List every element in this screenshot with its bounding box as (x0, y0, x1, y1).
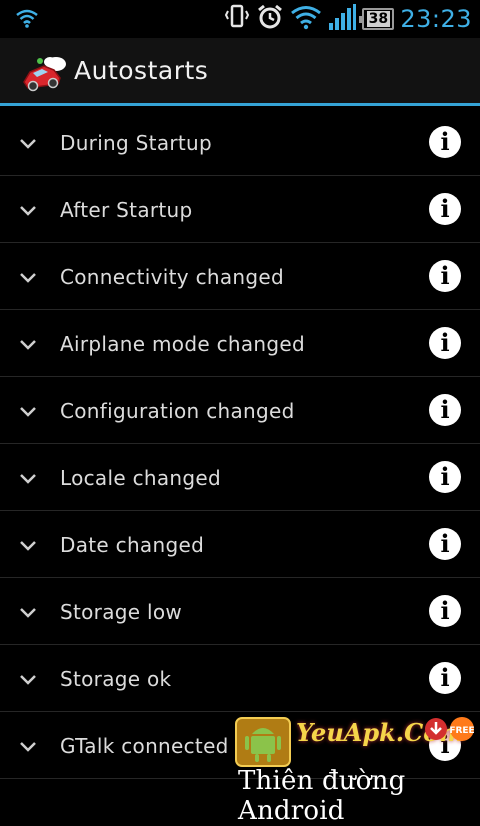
chevron-down-icon[interactable] (19, 470, 37, 489)
info-icon[interactable]: i (429, 260, 461, 292)
event-label: Locale changed (60, 466, 221, 490)
event-row[interactable]: Storage low i (0, 578, 480, 645)
battery-level: 38 (366, 11, 391, 27)
chevron-down-icon[interactable] (19, 269, 37, 288)
status-icons: 38 23:23 (224, 4, 472, 34)
event-label: During Startup (60, 131, 213, 155)
info-icon[interactable]: i (429, 327, 461, 359)
vibrate-icon (224, 3, 250, 35)
watermark: YeuApk.Com FREE Thiên đường Android (228, 714, 480, 826)
action-bar: Autostarts (0, 38, 480, 106)
event-row[interactable]: Configuration changed i (0, 377, 480, 444)
chevron-down-icon[interactable] (19, 604, 37, 623)
info-icon[interactable]: i (429, 662, 461, 694)
event-label: Configuration changed (60, 399, 295, 423)
signal-icon (328, 3, 357, 35)
event-label: Airplane mode changed (60, 332, 305, 356)
battery-icon: 38 (359, 8, 395, 30)
info-icon[interactable]: i (429, 394, 461, 426)
clock: 23:23 (400, 5, 472, 33)
event-row[interactable]: Airplane mode changed i (0, 310, 480, 377)
chevron-down-icon[interactable] (19, 403, 37, 422)
event-row[interactable]: Storage ok i (0, 645, 480, 712)
info-icon[interactable]: i (429, 193, 461, 225)
chevron-down-icon[interactable] (19, 336, 37, 355)
event-row[interactable]: Connectivity changed i (0, 243, 480, 310)
event-row[interactable]: Locale changed i (0, 444, 480, 511)
page-title: Autostarts (74, 56, 209, 85)
chevron-down-icon[interactable] (19, 671, 37, 690)
info-icon[interactable]: i (429, 461, 461, 493)
wifi-icon (290, 4, 322, 34)
event-list: During Startup i After Startup i Connectivit… (0, 109, 480, 779)
watermark-android-logo (234, 716, 292, 772)
event-row[interactable]: Date changed i (0, 511, 480, 578)
info-icon[interactable]: i (429, 528, 461, 560)
wifi-notification-icon (16, 8, 38, 32)
chevron-down-icon[interactable] (19, 738, 37, 757)
download-badge-icon: FREE (424, 716, 476, 750)
chevron-down-icon[interactable] (19, 537, 37, 556)
info-icon[interactable]: i (429, 595, 461, 627)
alarm-icon (256, 3, 284, 35)
event-label: Connectivity changed (60, 265, 284, 289)
watermark-tagline: Thiên đường Android (238, 766, 406, 826)
event-row[interactable]: After Startup i (0, 176, 480, 243)
event-label: Date changed (60, 533, 205, 557)
event-row[interactable]: During Startup i (0, 109, 480, 176)
event-label: Storage low (60, 600, 183, 624)
badge-free-text: FREE (449, 726, 474, 736)
chevron-down-icon[interactable] (19, 202, 37, 221)
event-label: GTalk connected (60, 734, 229, 758)
status-bar: 38 23:23 (0, 0, 480, 38)
chevron-down-icon[interactable] (19, 135, 37, 154)
event-label: After Startup (60, 198, 193, 222)
car-icon (20, 54, 68, 94)
info-icon[interactable]: i (429, 126, 461, 158)
event-label: Storage ok (60, 667, 172, 691)
